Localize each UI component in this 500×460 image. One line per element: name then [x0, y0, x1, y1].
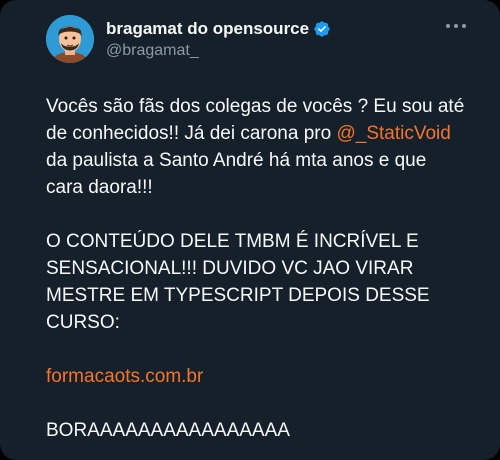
- tweet-link-paragraph: formacaots.com.br: [46, 363, 466, 390]
- tweet-text: Vocês são fãs dos colegas de vocês ? Eu …: [46, 93, 466, 444]
- dot: [454, 24, 458, 28]
- dot: [462, 24, 466, 28]
- dot: [446, 24, 450, 28]
- mention-link[interactable]: @_StaticVoid: [336, 123, 450, 144]
- tweet-paragraph-2: O CONTEÚDO DELE TMBM É INCRÍVEL E SENSAC…: [46, 231, 430, 333]
- verified-badge-icon[interactable]: [313, 20, 331, 38]
- author-info: bragamat do opensource @bragamat_: [106, 18, 331, 61]
- tweet-paragraph-1: Vocês são fãs dos colegas de vocês ? Eu …: [46, 93, 466, 201]
- url-link[interactable]: formacaots.com.br: [46, 366, 203, 387]
- avatar[interactable]: [46, 15, 94, 63]
- author-name-row[interactable]: bragamat do opensource: [106, 18, 331, 40]
- tweet-header: bragamat do opensource @bragamat_: [46, 14, 466, 64]
- more-options-icon[interactable]: [446, 18, 466, 34]
- tweet-paragraph-3: BORAAAAAAAAAAAAAAAA: [46, 420, 290, 441]
- paragraph-1-after: da paulista a Santo André há mta anos e …: [46, 150, 427, 198]
- tweet-card: bragamat do opensource @bragamat_ Vocês …: [0, 0, 500, 460]
- author-handle[interactable]: @bragamat_: [106, 41, 331, 61]
- author-name[interactable]: bragamat do opensource: [106, 18, 309, 40]
